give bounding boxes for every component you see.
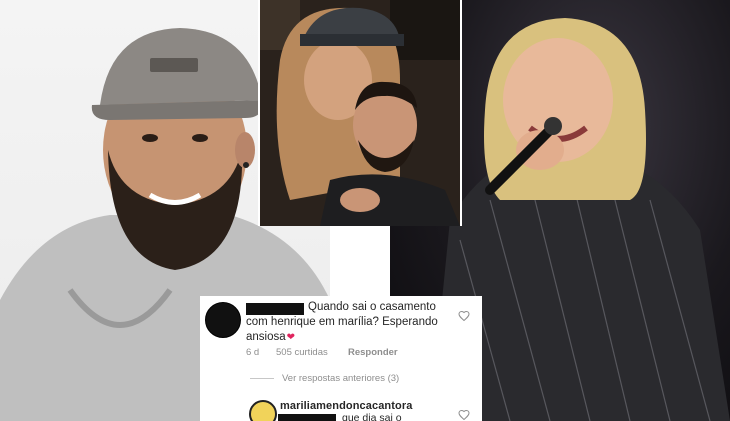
instagram-comment-panel: Quando sai o casamento com henrique em m… [200,296,482,421]
comment-text-line1: Quando sai o casamento [308,301,436,313]
reply-button[interactable]: Responder [348,347,398,358]
avatar[interactable] [205,302,241,338]
comment-text-line3: ansiosa❤ [246,331,296,343]
photo-couple-selfie [258,0,462,226]
replies-divider [250,378,274,379]
heart-emoji-icon: ❤ [286,332,296,343]
comment-age: 6 d [246,347,260,358]
comment-likes[interactable]: 505 curtidas [276,347,328,358]
redacted-mention [278,414,336,421]
reply-heart-icon[interactable] [458,409,470,421]
comment-text-line2: com henrique em marília? Esperando [246,316,438,328]
view-previous-replies[interactable]: Ver respostas anteriores (3) [282,373,399,384]
verified-avatar[interactable] [249,400,277,421]
reply-text-fragment: que dia sai o [342,412,402,421]
heart-icon[interactable] [458,310,470,322]
redacted-username [246,303,304,315]
